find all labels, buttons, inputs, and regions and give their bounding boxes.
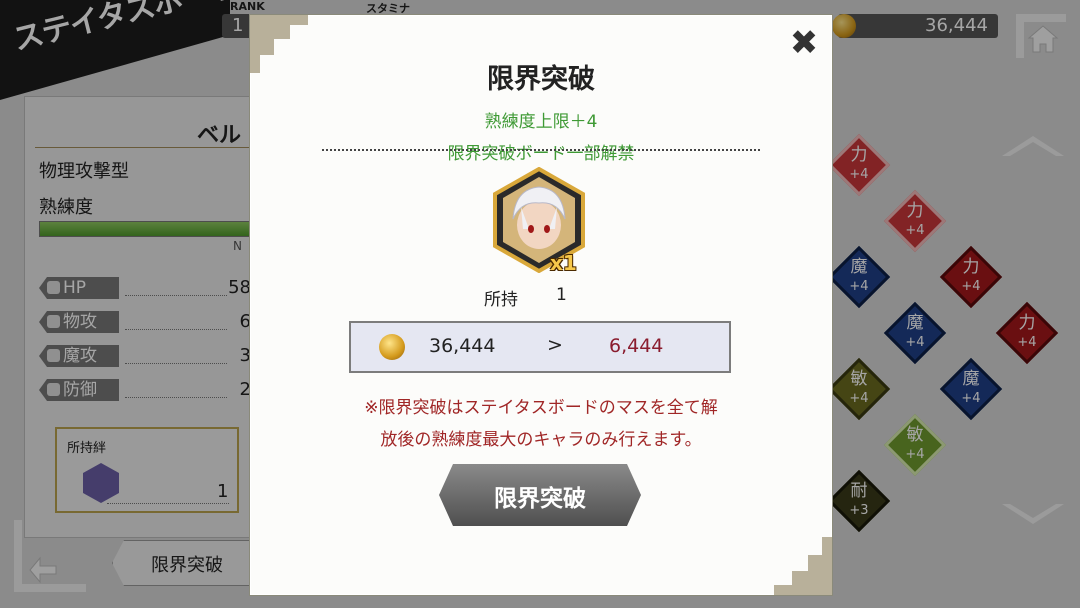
item-multiplier: x1: [550, 251, 577, 275]
cost-box: 36,444 > 6,444: [349, 321, 731, 373]
limit-break-button-label: 限界突破: [494, 486, 586, 512]
note-line-1: ※限界突破はステイタスボードのマスを全て解: [364, 398, 718, 418]
coin-icon: [379, 334, 405, 360]
dialog-subtitle-2: 限界突破ボード一部解禁: [447, 144, 635, 164]
dialog-subtitle-1: 熟練度上限＋4: [484, 112, 598, 132]
owned-label: 所持: [484, 290, 518, 310]
close-button[interactable]: ✖: [786, 25, 822, 61]
corner-ornament: [774, 537, 832, 595]
cost-before: 36,444: [429, 335, 496, 357]
owned-value: 1: [556, 285, 567, 305]
cost-after: 6,444: [609, 335, 664, 357]
cost-arrow: >: [547, 334, 563, 356]
dialog-title: 限界突破: [487, 64, 595, 95]
divider: [322, 149, 760, 151]
limit-break-button[interactable]: 限界突破: [439, 464, 641, 526]
limit-break-dialog: ✖ 限界突破 熟練度上限＋4 限界突破ボード一部解禁 x1 所持 1 36,44…: [249, 14, 833, 596]
note-line-2: 放後の熟練度最大のキャラのみ行えます。: [380, 430, 702, 450]
